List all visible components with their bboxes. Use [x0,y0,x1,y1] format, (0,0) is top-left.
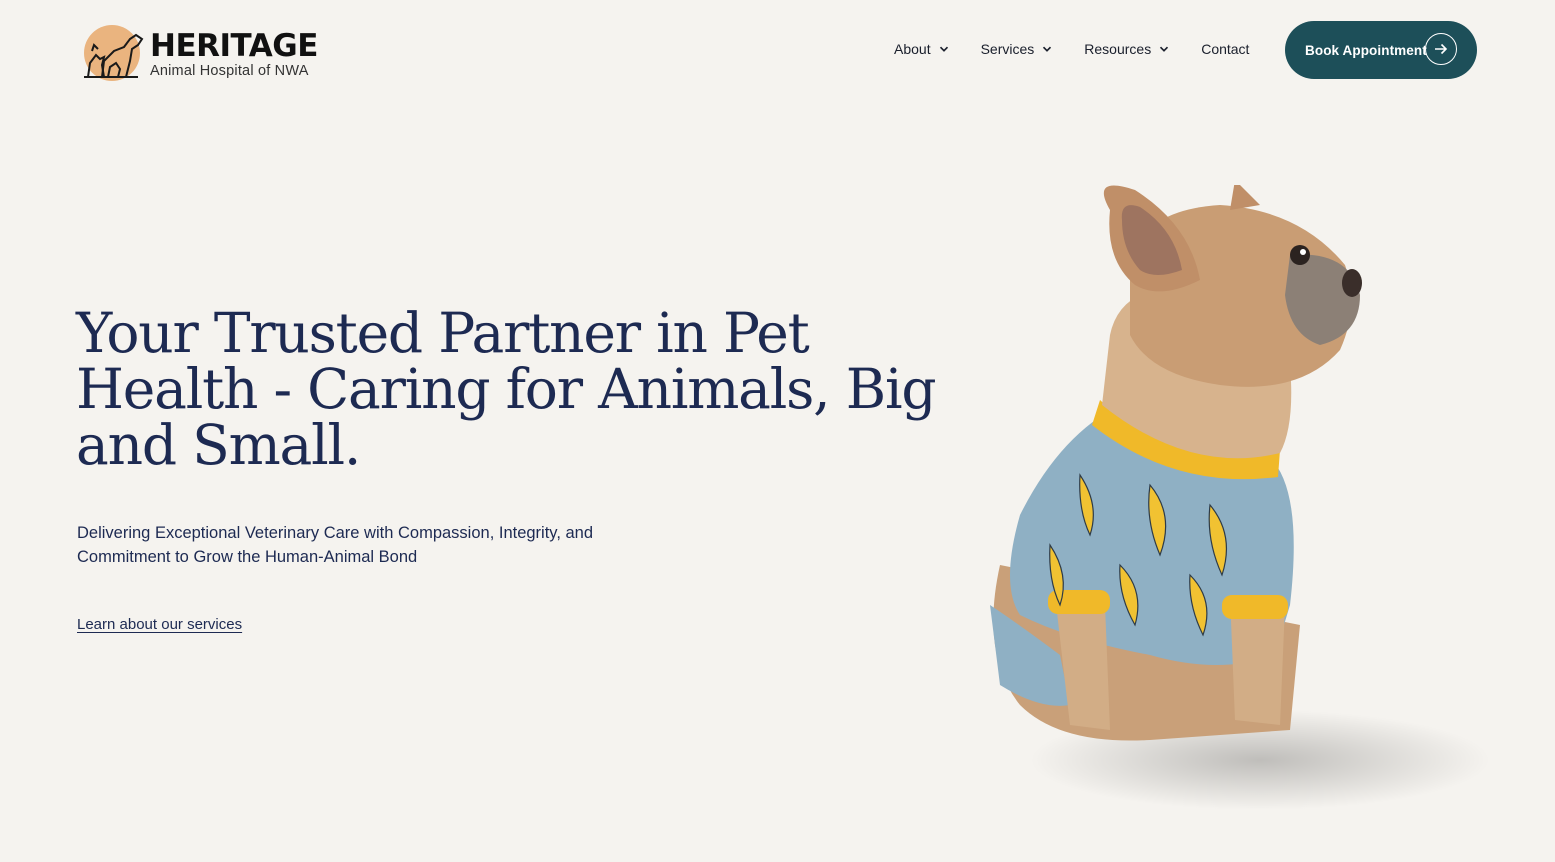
main-nav: About Services Resources Contact [894,36,1249,62]
site-logo[interactable]: HERITAGE Animal Hospital of NWA [78,20,338,84]
hero-title: Your Trusted Partner in Pet Health - Car… [76,301,937,477]
chevron-down-icon [939,46,948,52]
hero-subtitle: Delivering Exceptional Veterinary Care w… [77,524,594,566]
nav-item-label: About [894,41,931,57]
site-header: HERITAGE Animal Hospital of NWA About Se… [0,0,1555,100]
nav-item-label: Contact [1201,41,1250,57]
arrow-right-icon [1425,33,1457,65]
logo-tagline: Animal Hospital of NWA [150,63,309,80]
nav-item-contact[interactable]: Contact [1201,36,1249,62]
nav-item-label: Resources [1084,41,1152,57]
logo-animals-icon [78,21,146,83]
learn-about-services-link[interactable]: Learn about our services [77,616,242,633]
chevron-down-icon [1043,46,1052,52]
book-appointment-button[interactable]: Book Appointment [1285,21,1477,79]
nav-item-label: Services [980,41,1035,57]
book-appointment-label: Book Appointment [1305,42,1427,58]
chevron-down-icon [1160,46,1169,52]
logo-title: HERITAGE [150,28,318,65]
nav-item-resources[interactable]: Resources [1084,36,1169,62]
hero-dog-image [960,180,1500,825]
nav-item-services[interactable]: Services [981,36,1053,62]
nav-item-about[interactable]: About [894,36,949,62]
